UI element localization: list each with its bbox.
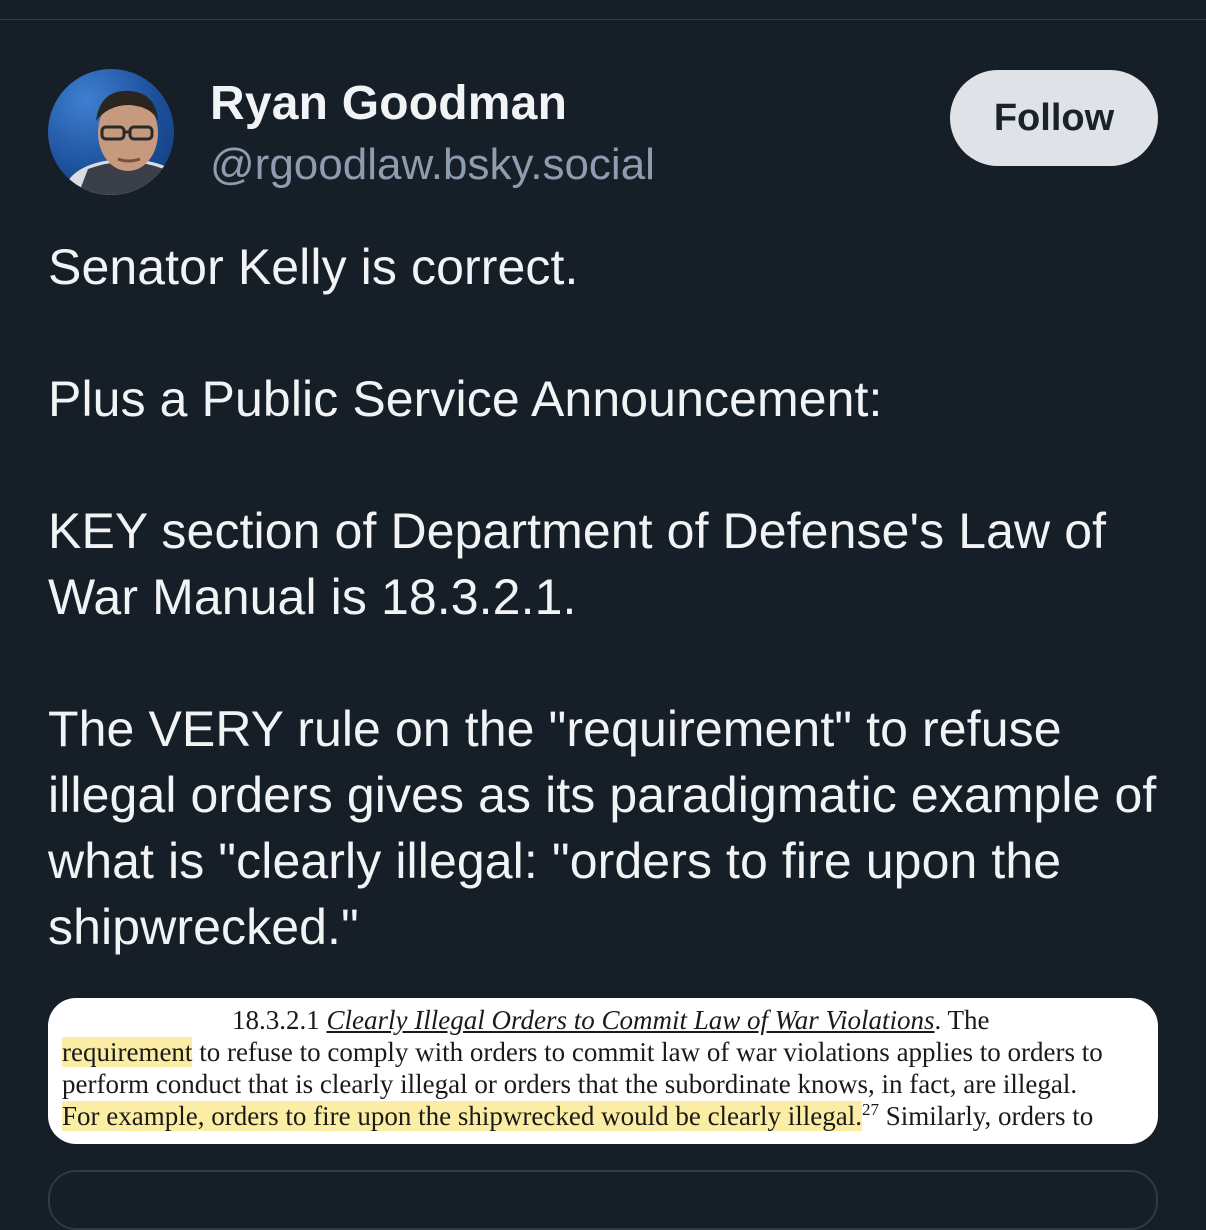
document-text: Similarly, orders to <box>879 1101 1094 1131</box>
post-text: Senator Kelly is correct. Plus a Public … <box>48 234 1168 960</box>
post-paragraph: Senator Kelly is correct. <box>48 239 579 295</box>
heading-trailing-text: . The <box>934 1005 990 1035</box>
post: Ryan Goodman @rgoodlaw.bsky.social Follo… <box>0 0 1206 1230</box>
post-paragraph: Plus a Public Service Announcement: <box>48 371 883 427</box>
follow-button[interactable]: Follow <box>950 70 1158 166</box>
highlighted-text: For example, orders to fire upon the shi… <box>62 1101 862 1131</box>
next-card-edge <box>48 1170 1158 1230</box>
footnote-marker: 27 <box>862 1100 879 1119</box>
document-line-1: requirement to refuse to comply with ord… <box>62 1036 1103 1068</box>
post-paragraph: KEY section of Department of Defense's L… <box>48 503 1107 625</box>
embedded-document-image[interactable]: 18.3.2.1 Clearly Illegal Orders to Commi… <box>48 998 1158 1144</box>
post-paragraph: The VERY rule on the "requirement" to re… <box>48 701 1157 955</box>
highlighted-text: requirement <box>62 1037 193 1067</box>
document-heading: 18.3.2.1 Clearly Illegal Orders to Commi… <box>232 1004 990 1036</box>
document-line-3: For example, orders to fire upon the shi… <box>62 1100 1093 1132</box>
author-display-name[interactable]: Ryan Goodman <box>210 76 567 131</box>
avatar[interactable] <box>48 69 174 195</box>
author-handle[interactable]: @rgoodlaw.bsky.social <box>210 140 655 190</box>
person-photo-icon <box>66 90 174 195</box>
section-number: 18.3.2.1 <box>232 1005 320 1035</box>
document-line-2: perform conduct that is clearly illegal … <box>62 1069 1078 1099</box>
document-text: to refuse to comply with orders to commi… <box>192 1037 1103 1067</box>
section-title: Clearly Illegal Orders to Commit Law of … <box>326 1005 935 1035</box>
